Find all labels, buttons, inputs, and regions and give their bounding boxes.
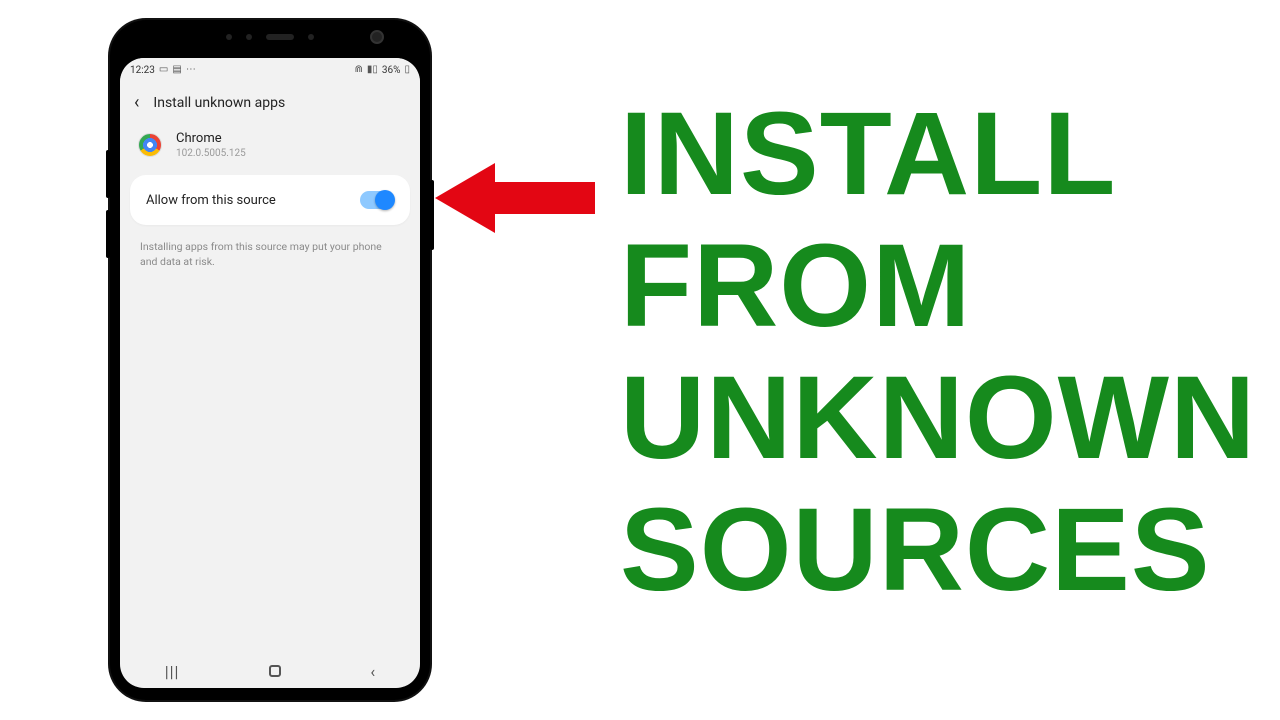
app-version: 102.0.5005.125 <box>176 148 246 159</box>
status-bar: 12:23 ▭ ▤ ⋯ ⋒ ▮▯ 36% ▯ <box>120 58 420 82</box>
app-name: Chrome <box>176 131 246 146</box>
volume-up-button <box>106 150 110 198</box>
clock-text: 12:23 <box>130 65 155 76</box>
notification-icon: ▭ <box>159 65 168 75</box>
back-icon[interactable]: ‹ <box>134 92 139 113</box>
volume-down-button <box>106 210 110 258</box>
allow-source-toggle[interactable] <box>360 191 394 209</box>
overlay-line-2: FROM <box>620 220 1256 352</box>
nav-recent-icon[interactable]: ||| <box>165 662 180 681</box>
overlay-headline: INSTALL FROM UNKNOWN SOURCES <box>620 88 1256 617</box>
signal-icon: ▮▯ <box>367 65 378 75</box>
navigation-bar: ||| ‹ <box>120 654 420 688</box>
overlay-line-1: INSTALL <box>620 88 1256 220</box>
status-left: 12:23 ▭ ▤ ⋯ <box>130 65 196 76</box>
red-arrow-icon <box>435 158 595 238</box>
phone-screen: 12:23 ▭ ▤ ⋯ ⋒ ▮▯ 36% ▯ ‹ Install unknown… <box>120 58 420 688</box>
wifi-icon: ⋒ <box>355 65 363 75</box>
more-notifications-icon: ⋯ <box>186 65 196 75</box>
warning-text: Installing apps from this source may put… <box>120 225 420 283</box>
battery-percent: 36% <box>382 65 401 76</box>
nav-home-icon[interactable] <box>269 665 281 677</box>
nav-back-icon[interactable]: ‹ <box>370 662 375 681</box>
status-right: ⋒ ▮▯ 36% ▯ <box>355 65 411 76</box>
empty-space <box>120 283 420 654</box>
phone-frame: 12:23 ▭ ▤ ⋯ ⋒ ▮▯ 36% ▯ ‹ Install unknown… <box>110 20 430 700</box>
battery-icon: ▯ <box>404 65 410 75</box>
app-info: Chrome 102.0.5005.125 <box>120 127 420 175</box>
power-button <box>430 180 434 250</box>
front-camera <box>370 30 384 44</box>
image-icon: ▤ <box>172 65 181 75</box>
overlay-line-3: UNKNOWN <box>620 352 1256 484</box>
allow-source-row[interactable]: Allow from this source <box>130 175 410 225</box>
chrome-icon <box>138 133 162 157</box>
overlay-line-4: SOURCES <box>620 484 1256 616</box>
page-header: ‹ Install unknown apps <box>120 82 420 127</box>
page-title: Install unknown apps <box>153 95 285 111</box>
allow-source-label: Allow from this source <box>146 193 276 208</box>
